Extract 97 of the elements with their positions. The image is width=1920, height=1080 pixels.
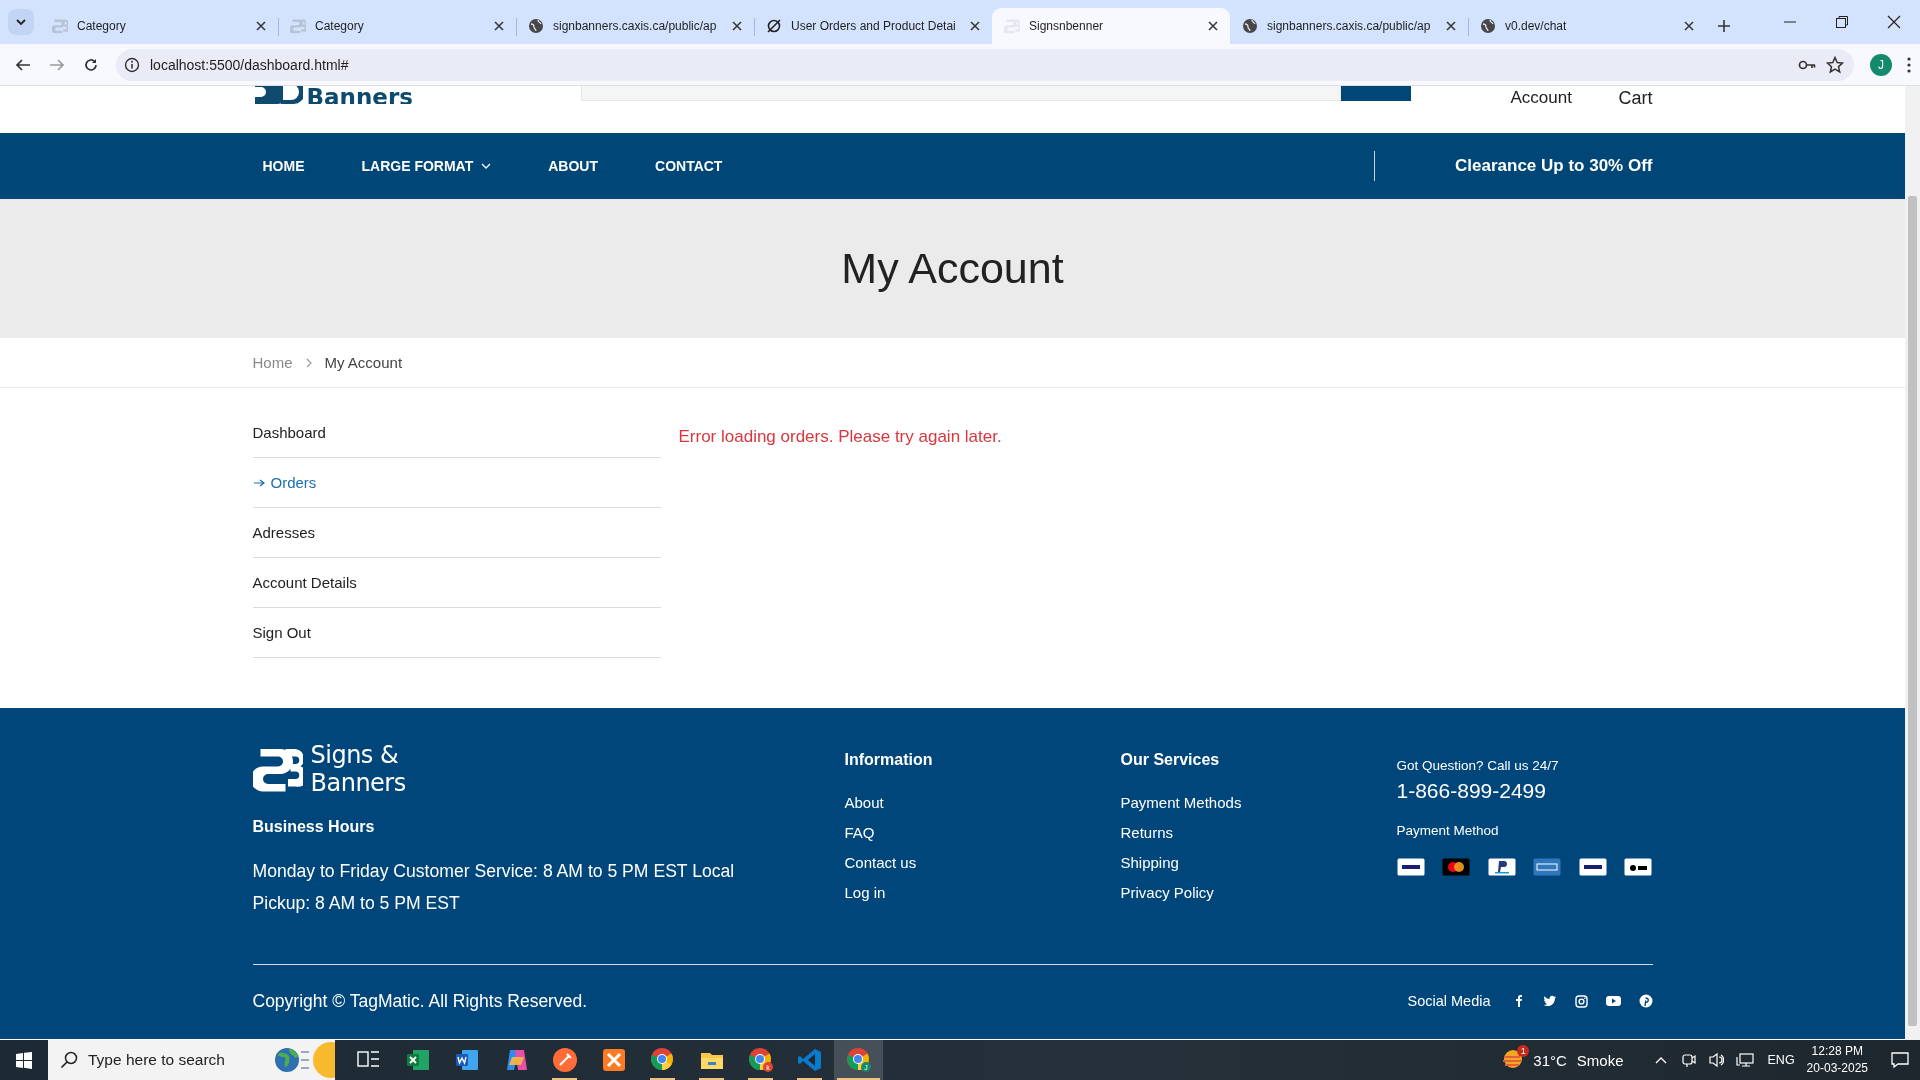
spreadsheet-icon[interactable] [404, 1047, 431, 1073]
section-heading: Information [844, 751, 934, 769]
rocket-icon[interactable] [551, 1047, 578, 1073]
footer-link[interactable]: Shipping [1120, 848, 1397, 878]
search-field[interactable] [580, 86, 1341, 101]
instagram-icon[interactable] [1574, 994, 1588, 1008]
breadcrumb-current: My Account [324, 354, 403, 371]
arrow-right-icon [252, 477, 265, 488]
payment-card-icon [1624, 858, 1653, 876]
server-icon[interactable] [600, 1047, 627, 1073]
browser-tab[interactable]: User Orders and Product Detai [754, 8, 992, 44]
payment-card-icon [1442, 858, 1471, 876]
cart-link[interactable]: Cart [1618, 88, 1653, 133]
browser-tab[interactable]: signbanners.caxis.ca/public/ap [1230, 8, 1468, 44]
close-icon[interactable] [1444, 19, 1458, 33]
nav-link[interactable]: CONTACT [645, 158, 733, 174]
start-icon[interactable] [15, 1051, 33, 1069]
profile-avatar[interactable]: J [1870, 53, 1892, 76]
search-icon [60, 1051, 78, 1069]
network-icon[interactable] [1735, 1051, 1754, 1069]
section-heading: Business Hours [252, 818, 376, 836]
notification-badge: 1 [1517, 1044, 1530, 1057]
call-label: Got Question? Call us 24/7 [1396, 758, 1560, 773]
account-link[interactable]: Account [1510, 88, 1572, 133]
payment-card-icon [1578, 858, 1607, 876]
footer-link[interactable]: Contact us [844, 848, 1121, 878]
globe-icon [528, 18, 544, 34]
star-icon[interactable] [1826, 55, 1844, 74]
sidebar-link[interactable]: Orders [252, 458, 661, 508]
back-icon[interactable] [15, 56, 31, 73]
phone-number[interactable]: 1-866-899-2499 [1396, 779, 1653, 803]
logo-text[interactable]: Signs & Banners [310, 741, 406, 797]
more-icon[interactable] [1906, 55, 1912, 74]
pinterest-icon[interactable] [1638, 994, 1653, 1008]
youtube-icon[interactable] [1605, 995, 1621, 1007]
business-hours-text: Monday to Friday Customer Service: 8 AM to 5 PM EST Local Pickup: 8 AM to 5 PM EST [252, 860, 736, 915]
nav-link[interactable]: ABOUT [538, 158, 608, 174]
address-bar[interactable]: localhost:5500/dashboard.html# [116, 48, 1854, 81]
nav-link[interactable]: LARGE FORMAT [351, 158, 502, 174]
taskbar-search-field[interactable]: Type here to search [48, 1040, 335, 1080]
close-icon[interactable] [492, 19, 506, 33]
sidebar-link[interactable]: Adresses [252, 508, 661, 558]
page-title: My Account [841, 244, 1064, 293]
new-tab-icon[interactable] [1716, 18, 1732, 34]
payment-card-icon [1396, 858, 1425, 876]
nav-link[interactable]: HOME [252, 158, 315, 174]
logo-icon[interactable] [252, 86, 303, 104]
browser-tab[interactable]: signbanners.caxis.ca/public/ap [516, 8, 754, 44]
browser-tab[interactable]: v0.dev/chat [1468, 8, 1706, 44]
clock[interactable]: 12:28 PM 20-03-2025 [1806, 1043, 1868, 1077]
close-icon[interactable] [1682, 19, 1696, 33]
notifications-icon[interactable] [1890, 1050, 1910, 1070]
section-heading: Our Services [1120, 751, 1221, 769]
restore-icon[interactable] [1835, 15, 1849, 29]
payment-card-icon [1533, 858, 1562, 876]
document-icon[interactable] [453, 1047, 480, 1073]
close-icon[interactable] [254, 19, 268, 33]
volume-icon[interactable] [1707, 1051, 1724, 1069]
logo-icon [52, 18, 68, 34]
sidebar-link[interactable]: Account Details [252, 558, 661, 608]
browser-tab[interactable]: Category [278, 8, 516, 44]
copyright-text: Copyright © TagMatic. All Rights Reserved. [252, 990, 588, 1012]
browser-tab[interactable]: Category [40, 8, 278, 44]
error-message: Error loading orders. Please try again later. [678, 427, 1002, 448]
globe-icon [1480, 18, 1496, 34]
footer-link[interactable]: FAQ [844, 818, 1121, 848]
footer-link[interactable]: Payment Methods [1120, 788, 1397, 818]
language-indicator[interactable]: ENG [1767, 1053, 1795, 1067]
no-sign-icon [766, 18, 782, 34]
forward-icon[interactable] [49, 56, 65, 73]
payment-card-icon [1487, 858, 1516, 876]
sidebar-link[interactable]: Dashboard [252, 408, 661, 458]
promo-text: Clearance Up to 30% Off [1455, 156, 1653, 176]
search-highlight-icon [273, 1040, 335, 1080]
close-icon[interactable] [968, 19, 982, 33]
tab-list-button[interactable] [8, 9, 34, 35]
camera-icon[interactable] [1679, 1051, 1696, 1069]
reload-icon[interactable] [83, 56, 99, 73]
footer-link[interactable]: Returns [1120, 818, 1397, 848]
chevron-down-icon [481, 161, 492, 171]
scrollbar-thumb[interactable] [1908, 196, 1917, 1026]
sidebar-link[interactable]: Sign Out [252, 608, 661, 658]
footer-link[interactable]: Log in [844, 878, 1121, 908]
footer-link[interactable]: Privacy Policy [1120, 878, 1397, 908]
globe-icon [1242, 18, 1258, 34]
weather-text: Smoke [1576, 1051, 1624, 1069]
browser-tab[interactable]: Signsnbenner [992, 8, 1230, 44]
footer-link[interactable]: About [844, 788, 1121, 818]
payment-label: Payment Method [1396, 823, 1500, 838]
social-label: Social Media [1407, 993, 1491, 1009]
temperature-text: 31°C [1533, 1051, 1567, 1069]
twitter-icon[interactable] [1542, 994, 1557, 1008]
close-icon[interactable] [1206, 19, 1220, 33]
info-icon[interactable] [124, 56, 140, 73]
close-window-icon[interactable] [1887, 15, 1901, 29]
logo-icon [290, 18, 306, 34]
close-icon[interactable] [730, 19, 744, 33]
